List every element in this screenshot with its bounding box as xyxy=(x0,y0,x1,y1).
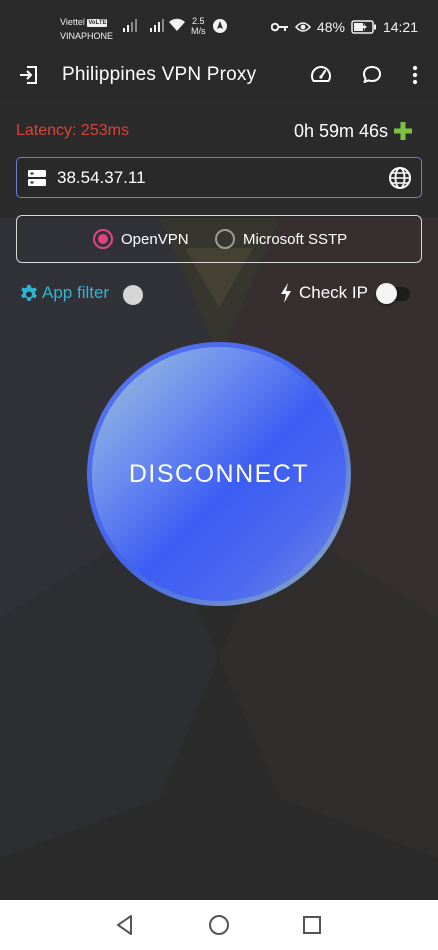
protocol-label: Microsoft SSTP xyxy=(243,230,348,248)
app-filter-toggle[interactable] xyxy=(123,285,143,305)
eye-icon xyxy=(294,22,311,32)
carrier-name-2: VINAPHONE xyxy=(60,31,114,41)
more-icon[interactable] xyxy=(403,63,427,87)
back-icon[interactable] xyxy=(113,913,137,937)
location-icon xyxy=(213,19,227,33)
check-ip-option[interactable]: Check IP xyxy=(279,282,368,304)
key-icon xyxy=(270,22,288,32)
main-content: Latency: 253ms 0h 59m 46s OpenVPN Micros… xyxy=(0,98,438,900)
carrier-info: Viettel VoLTE VINAPHONE xyxy=(60,15,113,43)
carrier-name-1: Viettel xyxy=(60,17,85,27)
globe-icon[interactable] xyxy=(388,166,412,190)
chat-icon[interactable] xyxy=(360,63,384,87)
system-nav-bar xyxy=(0,900,438,950)
status-bar: Viettel VoLTE VINAPHONE 2.5 M/s 48% 14:2… xyxy=(0,0,438,52)
home-icon[interactable] xyxy=(207,913,231,937)
lightning-icon xyxy=(281,283,291,303)
options-row: App filter Check IP xyxy=(0,282,438,308)
battery-icon xyxy=(351,20,376,34)
check-ip-label: Check IP xyxy=(299,283,368,302)
protocol-option-sstp[interactable]: Microsoft SSTP xyxy=(215,228,347,250)
app-title: Philippines VPN Proxy xyxy=(62,64,257,85)
exit-icon[interactable] xyxy=(17,63,41,87)
disconnect-button[interactable]: DISCONNECT xyxy=(92,347,346,601)
network-speed: 2.5 M/s xyxy=(191,16,206,36)
status-right: 48% 14:21 xyxy=(270,17,418,37)
connection-timer: 0h 59m 46s xyxy=(293,121,388,141)
clock: 14:21 xyxy=(382,19,418,35)
recents-icon[interactable] xyxy=(300,913,324,937)
app-filter-label: App filter xyxy=(42,283,110,302)
protocol-label: OpenVPN xyxy=(121,230,189,248)
radio-selected-icon[interactable] xyxy=(93,229,113,249)
radio-unselected-icon[interactable] xyxy=(215,229,235,249)
add-time-icon[interactable] xyxy=(392,120,414,142)
wifi-icon xyxy=(169,18,185,31)
server-ip-input[interactable] xyxy=(57,164,377,192)
volte-badge: VoLTE xyxy=(87,19,108,27)
speedometer-icon[interactable] xyxy=(309,63,333,87)
server-ip-field[interactable] xyxy=(16,157,422,198)
signal-icon xyxy=(123,19,137,32)
gear-icon xyxy=(21,284,37,301)
app-bar: Philippines VPN Proxy xyxy=(0,52,438,98)
latency-label: Latency: 253ms xyxy=(16,122,129,139)
server-icon xyxy=(28,170,46,186)
check-ip-switch[interactable] xyxy=(376,283,397,304)
signal-icon xyxy=(150,19,164,32)
battery-percent: 48% xyxy=(316,19,345,35)
protocol-selector: OpenVPN Microsoft SSTP xyxy=(16,215,422,263)
protocol-option-openvpn[interactable]: OpenVPN xyxy=(93,228,189,250)
app-filter-option[interactable]: App filter xyxy=(18,282,109,304)
